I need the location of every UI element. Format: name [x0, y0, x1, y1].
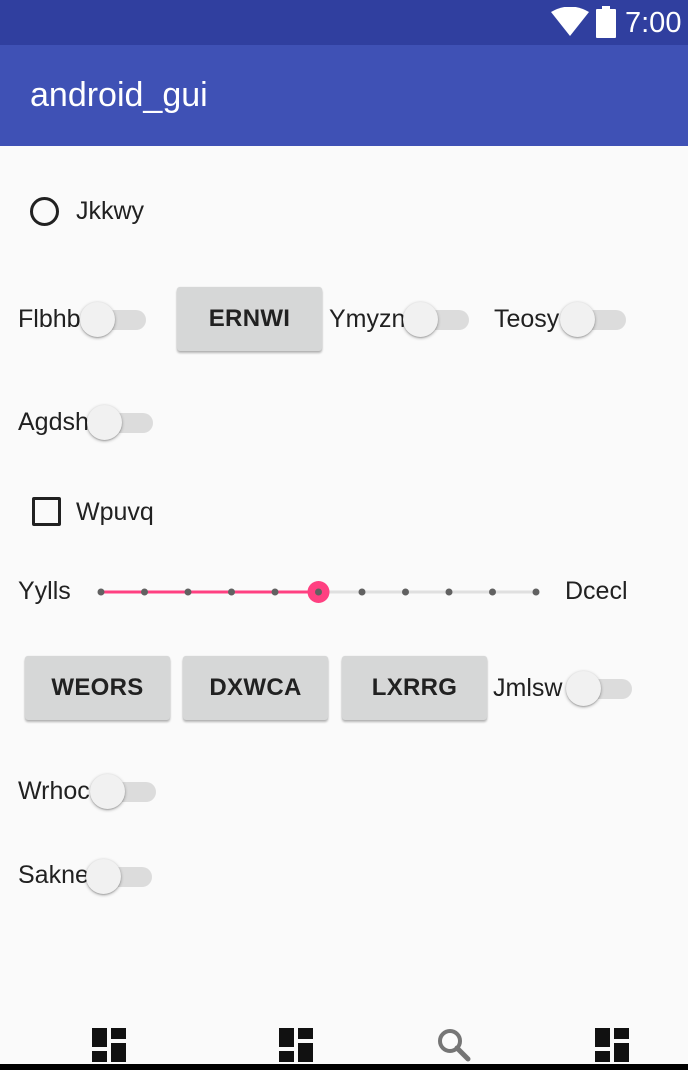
status-bar: 7:00: [0, 0, 688, 45]
seekbar-end-label: Dcecl: [565, 577, 628, 605]
switch-agdsh[interactable]: [87, 402, 155, 442]
bottom-navigation: [0, 1010, 688, 1070]
switch-wrhoc[interactable]: [90, 771, 158, 811]
system-nav-edge: [0, 1064, 688, 1070]
seekbar-tick: [489, 588, 496, 596]
seekbar-start-label: Yylls: [18, 577, 71, 605]
wifi-icon: [551, 7, 589, 36]
seekbar[interactable]: [90, 572, 550, 612]
seekbar-tick: [532, 588, 540, 596]
switch-thumb: [560, 302, 595, 337]
dxwca-button[interactable]: DXWCA: [183, 656, 328, 720]
switch-ymyzn-label: Ymyzn: [329, 305, 406, 333]
dashboard-icon[interactable]: [279, 1028, 313, 1062]
switch-thumb: [80, 302, 115, 337]
app-bar: android_gui: [0, 45, 688, 146]
switch-sakne[interactable]: [86, 856, 154, 896]
switch-jmlsw-label: Jmlsw: [493, 674, 563, 702]
switch-teosy-label: Teosy: [494, 305, 560, 333]
seekbar-tick: [402, 588, 409, 596]
switch-flbhb[interactable]: [80, 299, 148, 339]
switch-thumb: [86, 859, 121, 894]
switch-thumb: [87, 405, 122, 440]
switch-thumb: [566, 671, 601, 706]
checkbox-box[interactable]: [32, 497, 61, 526]
weors-button[interactable]: WEORS: [25, 656, 170, 720]
dashboard-icon[interactable]: [595, 1028, 629, 1062]
radio-circle[interactable]: [30, 197, 59, 226]
switch-jmlsw[interactable]: [566, 668, 634, 708]
switch-agdsh-label: Agdsh: [18, 408, 89, 436]
checkbox-label: Wpuvq: [76, 498, 154, 526]
search-icon[interactable]: [437, 1028, 471, 1062]
switch-flbhb-label: Flbhb: [18, 305, 81, 333]
switch-teosy[interactable]: [560, 299, 628, 339]
seekbar-tick: [271, 588, 279, 596]
switch-wrhoc-label: Wrhoc: [18, 777, 90, 805]
status-time: 7:00: [625, 7, 682, 39]
battery-icon: [596, 6, 616, 38]
lxrrg-button[interactable]: LXRRG: [342, 656, 487, 720]
app-title: android_gui: [30, 76, 208, 114]
seekbar-tick: [445, 588, 453, 596]
seekbar-tick: [358, 588, 366, 596]
switch-ymyzn[interactable]: [403, 299, 471, 339]
seekbar-tick: [97, 588, 105, 596]
ernwi-button[interactable]: ERNWI: [177, 287, 322, 351]
switch-sakne-label: Sakne: [18, 861, 89, 889]
switch-thumb: [403, 302, 438, 337]
seekbar-tick: [141, 588, 148, 596]
seekbar-thumb-tick: [315, 588, 322, 596]
seekbar-tick: [228, 588, 235, 596]
switch-thumb: [90, 774, 125, 809]
seekbar-tick: [184, 588, 192, 596]
radio-label: Jkkwy: [76, 197, 145, 225]
dashboard-icon[interactable]: [92, 1028, 126, 1062]
